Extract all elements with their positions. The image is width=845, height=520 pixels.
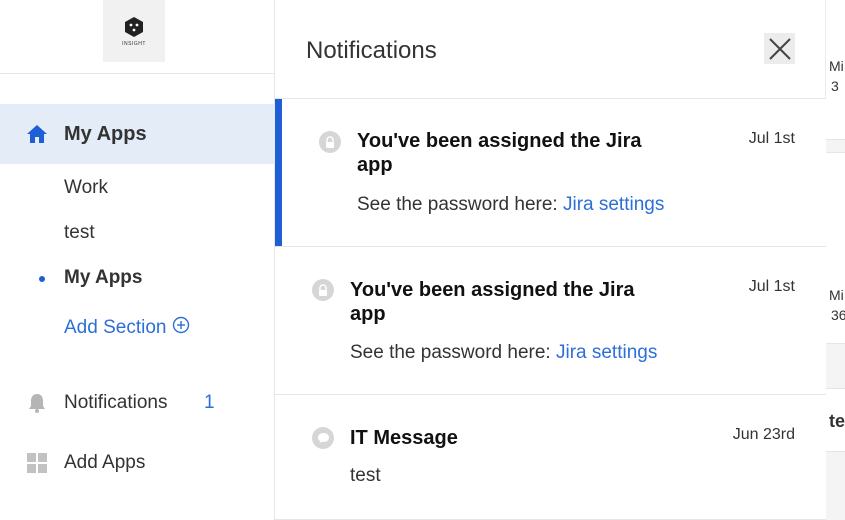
lock-icon: [312, 279, 334, 301]
notifications-count-badge: 1: [204, 392, 215, 413]
sidebar-item-label: Add Apps: [64, 452, 146, 473]
active-section-dot: [39, 276, 45, 282]
home-icon: [27, 125, 47, 143]
sidebar-item-add-apps[interactable]: Add Apps: [0, 443, 275, 483]
logo[interactable]: INSIGHT: [103, 0, 165, 62]
notification-title: You've been assigned the Jira app: [350, 279, 635, 325]
sidebar-divider: [0, 73, 275, 74]
bell-icon: [29, 394, 45, 413]
app-card-name: Mi: [829, 58, 844, 74]
notification-body-text: See the password here:: [357, 194, 563, 215]
notification-title: You've been assigned the Jira app: [357, 130, 642, 176]
notification-item[interactable]: You've been assigned the Jira app Jul 1s…: [275, 99, 826, 247]
jira-settings-link[interactable]: Jira settings: [563, 194, 664, 215]
logo-icon: [125, 16, 143, 37]
sidebar-item-my-apps[interactable]: My Apps: [0, 104, 275, 164]
logo-text: INSIGHT: [122, 40, 146, 47]
app-card[interactable]: Mi 3: [826, 0, 845, 140]
panel-title: Notifications: [306, 37, 437, 64]
app-card-meta: 36: [831, 307, 845, 323]
notification-body: See the password here: Jira settings: [350, 342, 657, 364]
sidebar-item-label: My Apps: [64, 123, 147, 145]
notification-body-text: See the password here:: [350, 342, 556, 363]
sidebar: INSIGHT My Apps Work test My Apps Add Se…: [0, 0, 275, 520]
notification-date: Jul 1st: [748, 130, 795, 147]
notification-title: IT Message: [350, 427, 458, 449]
add-section-button[interactable]: Add Section: [64, 316, 190, 339]
app-card-meta: 3: [831, 78, 839, 94]
close-icon: [768, 37, 791, 60]
notification-item[interactable]: You've been assigned the Jira app Jul 1s…: [275, 247, 826, 395]
add-section-label: Add Section: [64, 317, 167, 338]
app-card-name: Mi: [829, 287, 844, 303]
jira-settings-link[interactable]: Jira settings: [556, 342, 657, 363]
section-my-apps[interactable]: My Apps: [64, 267, 142, 289]
section-test[interactable]: test: [64, 222, 95, 244]
notification-body: See the password here: Jira settings: [357, 194, 664, 216]
notification-date: Jun 23rd: [732, 426, 795, 443]
notification-date: Jul 1st: [748, 278, 795, 295]
grid-icon: [27, 453, 47, 473]
notifications-panel: Notifications You've been assigned the J…: [275, 0, 826, 520]
sidebar-item-notifications[interactable]: Notifications 1: [0, 383, 275, 423]
lock-icon: [319, 131, 341, 153]
app-card[interactable]: Mi 36: [826, 152, 845, 344]
sidebar-item-label: Notifications: [64, 392, 168, 413]
notification-item[interactable]: IT Message Jun 23rd test: [275, 395, 826, 520]
section-work[interactable]: Work: [64, 177, 108, 199]
section-header: te: [826, 388, 845, 452]
notification-body: test: [350, 465, 381, 486]
background-app-grid: Mi 3 Mi 36 te: [826, 0, 845, 520]
section-header-label: te: [829, 411, 845, 431]
message-icon: [312, 427, 334, 449]
plus-circle-icon: [173, 316, 190, 334]
close-button[interactable]: [764, 33, 795, 64]
